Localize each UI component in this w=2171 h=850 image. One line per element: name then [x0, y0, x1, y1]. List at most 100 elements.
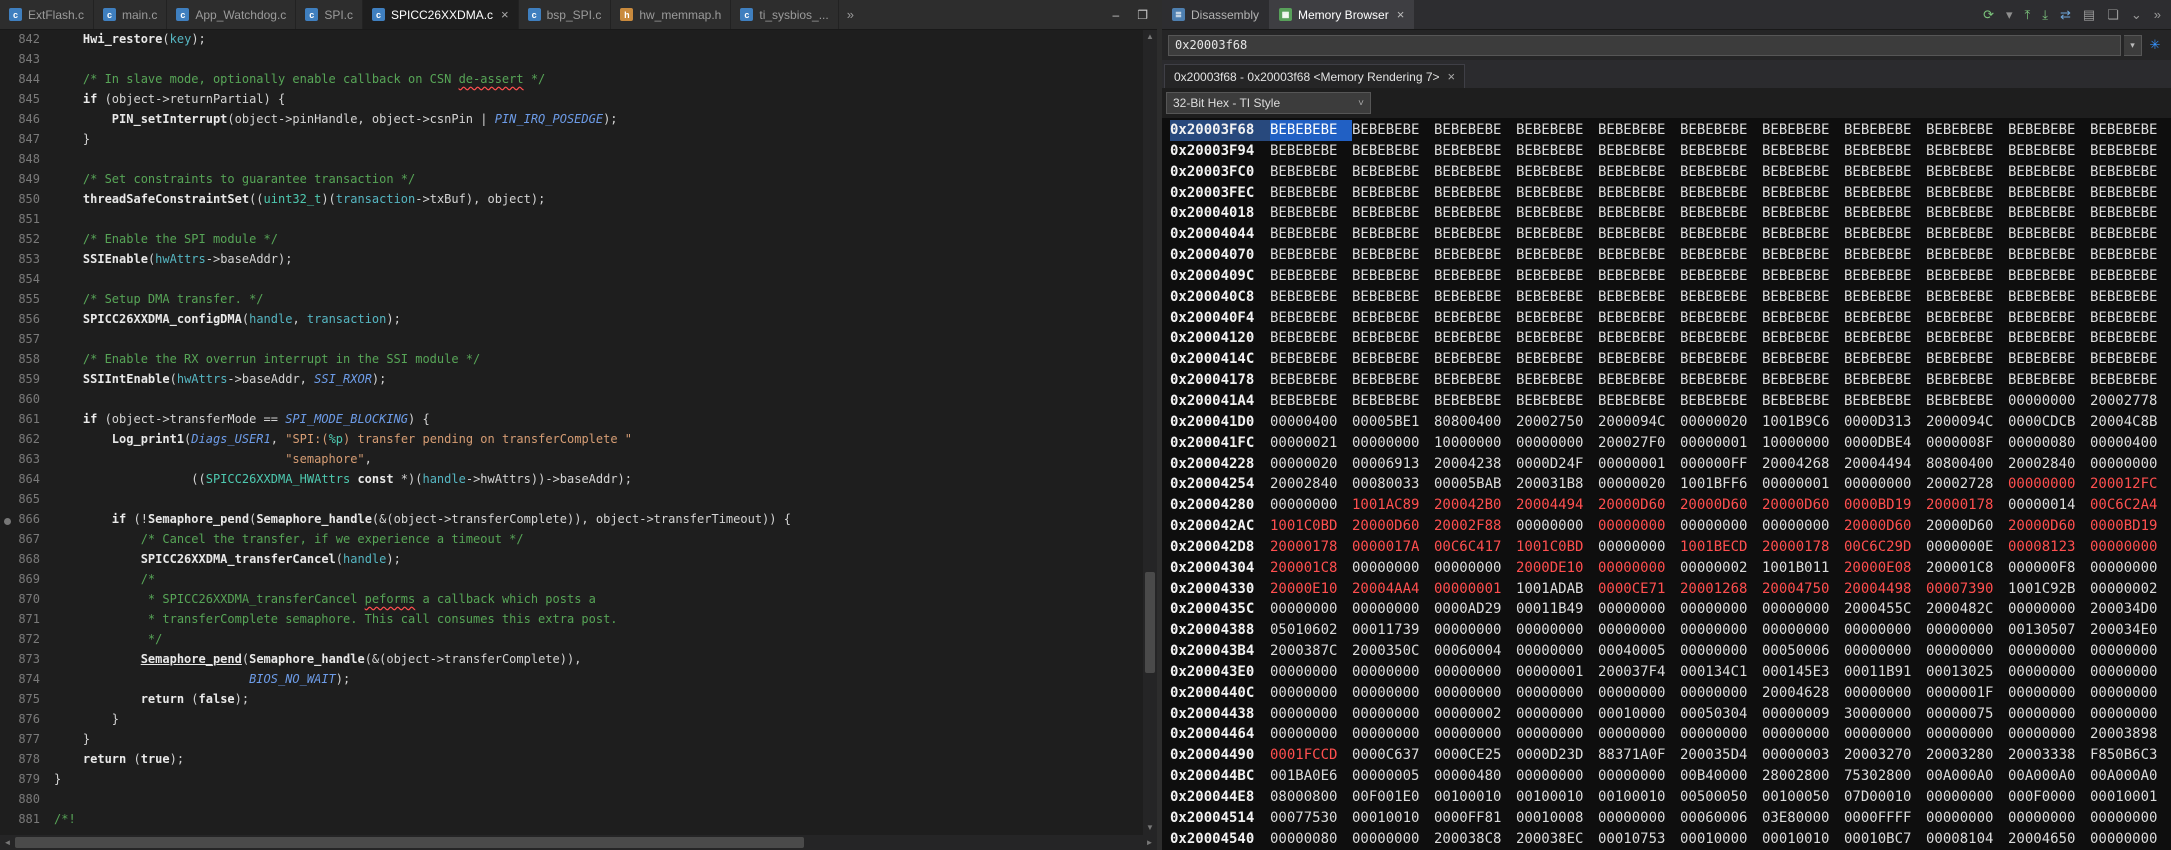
memory-value[interactable]: 200001C8	[1926, 558, 2008, 579]
memory-value[interactable]: 00000000	[1762, 599, 1844, 620]
go-to-address-icon[interactable]: ✳	[2145, 37, 2165, 53]
memory-value[interactable]: 00000000	[1680, 516, 1762, 537]
memory-value[interactable]: BEBEBEBE	[1270, 183, 1352, 204]
memory-value[interactable]: 00000000	[1516, 433, 1598, 454]
memory-value[interactable]: 1001ADAB	[1516, 579, 1598, 600]
memory-value[interactable]: 200034D0	[2090, 599, 2171, 620]
memory-value[interactable]: BEBEBEBE	[1598, 370, 1680, 391]
memory-value[interactable]: BEBEBEBE	[1844, 308, 1926, 329]
memory-value[interactable]: BEBEBEBE	[1352, 183, 1434, 204]
memory-value[interactable]: 200037F4	[1598, 662, 1680, 683]
memory-value[interactable]: 00000000	[1926, 808, 2008, 829]
memory-value[interactable]: 1001C92B	[2008, 579, 2090, 600]
tab-overflow-chevron-icon[interactable]: »	[839, 0, 862, 29]
memory-value[interactable]: BEBEBEBE	[1680, 162, 1762, 183]
panel-tab-disassembly[interactable]: ≣ Disassembly	[1162, 0, 1269, 29]
memory-value[interactable]: 00000000	[1516, 766, 1598, 787]
memory-value[interactable]: 00000000	[1516, 704, 1598, 725]
memory-value[interactable]: 00000001	[1598, 454, 1680, 475]
memory-value[interactable]: 00000005	[1352, 766, 1434, 787]
memory-value[interactable]: BEBEBEBE	[1844, 203, 1926, 224]
memory-value[interactable]: 0000CDCB	[2008, 412, 2090, 433]
memory-value[interactable]: 00005BAB	[1434, 474, 1516, 495]
memory-value[interactable]: 000145E3	[1762, 662, 1844, 683]
memory-value[interactable]: 00000000	[1598, 620, 1680, 641]
memory-value[interactable]: 00000001	[1762, 474, 1844, 495]
vertical-scroll-track[interactable]	[1143, 44, 1157, 821]
scroll-left-icon[interactable]: ◄	[0, 835, 15, 850]
memory-value[interactable]: BEBEBEBE	[1598, 349, 1680, 370]
memory-address[interactable]: 0x20004438	[1170, 704, 1270, 725]
memory-value[interactable]: 00A000A0	[1926, 766, 2008, 787]
memory-value[interactable]: 000000F8	[2008, 558, 2090, 579]
scroll-right-icon[interactable]: ►	[1142, 835, 1157, 850]
memory-value[interactable]: 00C6C29D	[1844, 537, 1926, 558]
memory-value[interactable]: 20000178	[1270, 537, 1352, 558]
memory-value[interactable]: BEBEBEBE	[1680, 349, 1762, 370]
memory-address[interactable]: 0x200040F4	[1170, 308, 1270, 329]
memory-value[interactable]: BEBEBEBE	[1926, 245, 2008, 266]
memory-value[interactable]: 00000000	[2090, 662, 2171, 683]
memory-value[interactable]: BEBEBEBE	[1434, 391, 1516, 412]
memory-value[interactable]: BEBEBEBE	[2090, 328, 2171, 349]
editor-tab[interactable]: c ExtFlash.c	[0, 0, 95, 29]
memory-value[interactable]: 00000009	[1762, 704, 1844, 725]
memory-value[interactable]: 2000094C	[1926, 412, 2008, 433]
panel-tab-memory-browser[interactable]: ▦ Memory Browser ×	[1269, 0, 1415, 29]
memory-value[interactable]: BEBEBEBE	[1680, 308, 1762, 329]
memory-value[interactable]: 00000000	[2008, 474, 2090, 495]
memory-value[interactable]: 1001B011	[1762, 558, 1844, 579]
memory-value[interactable]: 200035D4	[1680, 745, 1762, 766]
memory-value[interactable]: BEBEBEBE	[1762, 328, 1844, 349]
memory-value[interactable]: 00000000	[1598, 516, 1680, 537]
memory-value[interactable]: 20004494	[1516, 495, 1598, 516]
memory-value[interactable]: 20000D60	[2008, 516, 2090, 537]
memory-value[interactable]: 000134C1	[1680, 662, 1762, 683]
memory-value[interactable]: BEBEBEBE	[1270, 224, 1352, 245]
memory-value[interactable]: 00000075	[1926, 704, 2008, 725]
code-area[interactable]: 842 Hwi_restore(key); 843 844 /* In slave …	[0, 30, 1143, 835]
memory-value[interactable]: 20001268	[1680, 579, 1762, 600]
memory-value[interactable]: 00000000	[1434, 558, 1516, 579]
memory-value[interactable]: BEBEBEBE	[1680, 203, 1762, 224]
memory-value[interactable]: 10000000	[1434, 433, 1516, 454]
memory-value[interactable]: 0000CE71	[1598, 579, 1680, 600]
memory-value[interactable]: 00000000	[2090, 808, 2171, 829]
memory-value[interactable]: 00000000	[1270, 599, 1352, 620]
memory-value[interactable]: BEBEBEBE	[2008, 120, 2090, 141]
memory-value[interactable]: 28002800	[1762, 766, 1844, 787]
memory-value[interactable]: BEBEBEBE	[1270, 287, 1352, 308]
memory-value[interactable]: 200034E0	[2090, 620, 2171, 641]
memory-value[interactable]: 0000FFFF	[1844, 808, 1926, 829]
memory-value[interactable]: 000F0000	[2008, 787, 2090, 808]
memory-address[interactable]: 0x20003F94	[1170, 141, 1270, 162]
memory-value[interactable]: 00000020	[1598, 474, 1680, 495]
memory-value[interactable]: BEBEBEBE	[1434, 349, 1516, 370]
memory-value[interactable]: BEBEBEBE	[1598, 391, 1680, 412]
memory-value[interactable]: BEBEBEBE	[1434, 328, 1516, 349]
memory-value[interactable]: BEBEBEBE	[1680, 287, 1762, 308]
memory-value[interactable]: 00000000	[1516, 516, 1598, 537]
scroll-down-icon[interactable]: ▼	[1143, 821, 1157, 835]
memory-value[interactable]: 200031B8	[1516, 474, 1598, 495]
memory-value[interactable]: BEBEBEBE	[1270, 308, 1352, 329]
memory-value[interactable]: 00000000	[1762, 516, 1844, 537]
memory-value[interactable]: BEBEBEBE	[1926, 224, 2008, 245]
memory-value[interactable]: 00000000	[1680, 683, 1762, 704]
memory-value[interactable]: BEBEBEBE	[1352, 349, 1434, 370]
memory-value[interactable]: 00000000	[2008, 391, 2090, 412]
memory-value[interactable]: BEBEBEBE	[1352, 287, 1434, 308]
memory-value[interactable]: 20002840	[1270, 474, 1352, 495]
memory-value[interactable]: 00000000	[2008, 599, 2090, 620]
memory-value[interactable]: 200001C8	[1270, 558, 1352, 579]
memory-value[interactable]: BEBEBEBE	[2090, 141, 2171, 162]
address-history-dropdown-icon[interactable]: ▾	[2124, 34, 2142, 56]
memory-value[interactable]: 00000000	[1352, 724, 1434, 745]
memory-address[interactable]: 0x200041D0	[1170, 412, 1270, 433]
memory-value[interactable]: 200038EC	[1516, 829, 1598, 850]
memory-value[interactable]: BEBEBEBE	[2090, 183, 2171, 204]
memory-value[interactable]: 00000000	[1844, 474, 1926, 495]
memory-value[interactable]: BEBEBEBE	[2090, 224, 2171, 245]
memory-value[interactable]: BEBEBEBE	[1270, 391, 1352, 412]
memory-value[interactable]: 00000480	[1434, 766, 1516, 787]
